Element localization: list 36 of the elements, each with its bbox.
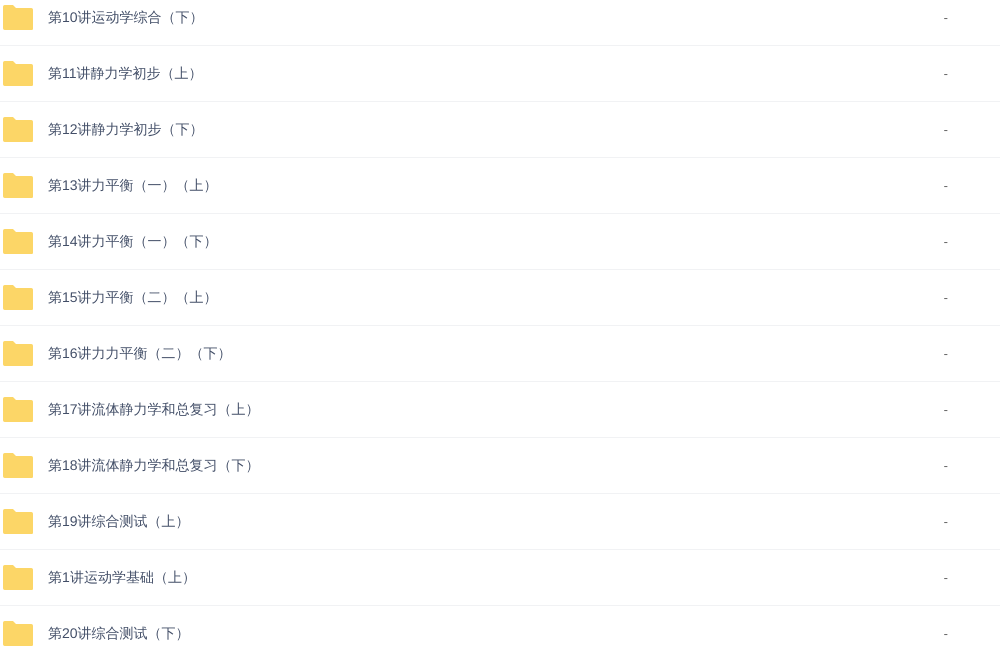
file-size: - [944, 568, 948, 587]
folder-icon [2, 284, 34, 311]
folder-icon [2, 564, 34, 591]
folder-name[interactable]: 第18讲流体静力学和总复习（下） [48, 455, 260, 476]
folder-name[interactable]: 第16讲力力平衡（二）（下） [48, 343, 232, 364]
folder-name[interactable]: 第11讲静力学初步（上） [48, 63, 203, 84]
folder-icon [2, 172, 34, 199]
file-size: - [944, 232, 948, 251]
folder-icon [2, 452, 34, 479]
folder-name[interactable]: 第13讲力平衡（一）（上） [48, 175, 218, 196]
folder-name[interactable]: 第19讲综合测试（上） [48, 511, 190, 532]
file-size: - [944, 176, 948, 195]
folder-icon [2, 228, 34, 255]
file-size: - [944, 400, 948, 419]
folder-name[interactable]: 第14讲力平衡（一）（下） [48, 231, 218, 252]
folder-name[interactable]: 第20讲综合测试（下） [48, 623, 190, 644]
file-size: - [944, 512, 948, 531]
file-size: - [944, 344, 948, 363]
folder-name[interactable]: 第15讲力平衡（二）（上） [48, 287, 218, 308]
folder-icon [2, 60, 34, 87]
folder-name[interactable]: 第17讲流体静力学和总复习（上） [48, 399, 260, 420]
folder-name[interactable]: 第10讲运动学综合（下） [48, 7, 204, 28]
folder-icon [2, 620, 34, 647]
file-size: - [944, 624, 948, 643]
folder-icon [2, 116, 34, 143]
file-size: - [944, 64, 948, 83]
folder-icon [2, 4, 34, 31]
file-size: - [944, 288, 948, 307]
file-size: - [944, 8, 948, 27]
folder-icon [2, 396, 34, 423]
file-size: - [944, 120, 948, 139]
folder-icon [2, 508, 34, 535]
file-size: - [944, 456, 948, 475]
folder-icon [2, 340, 34, 367]
folder-name[interactable]: 第12讲静力学初步（下） [48, 119, 204, 140]
folder-name[interactable]: 第1讲运动学基础（上） [48, 567, 196, 588]
